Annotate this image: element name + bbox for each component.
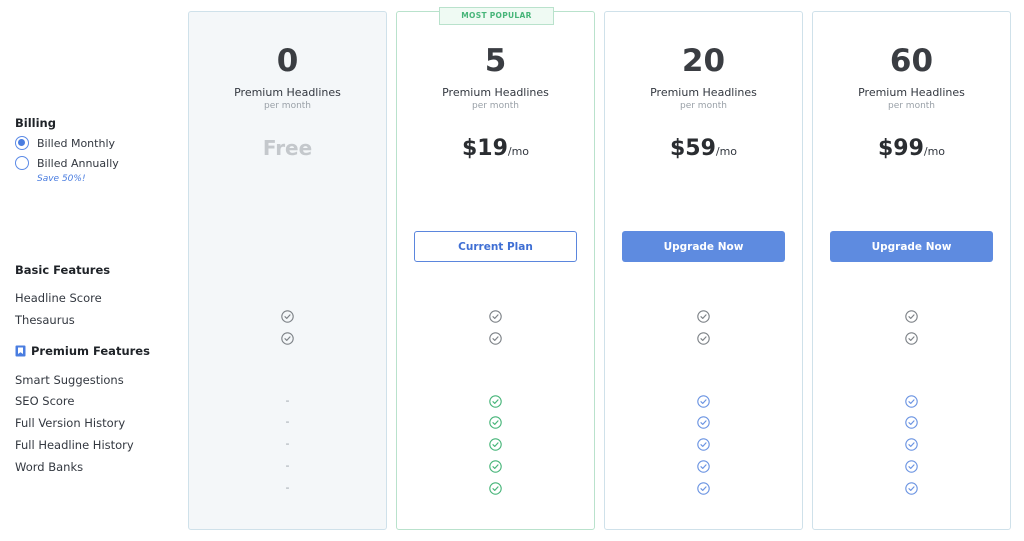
check-circle-icon xyxy=(605,309,802,323)
check-circle-icon xyxy=(813,309,1010,323)
billing-option-annually[interactable]: Billed Annually xyxy=(15,155,119,171)
plan-card-3: 60 Premium Headlines per month $99/mo Up… xyxy=(812,11,1011,530)
check-circle-icon xyxy=(813,415,1010,429)
plan-price-suffix: /mo xyxy=(507,145,530,158)
not-included-dash: - xyxy=(285,415,290,428)
feature-label-seo-score: SEO Score xyxy=(15,394,75,408)
check-circle-icon xyxy=(605,415,802,429)
basic-features-title: Basic Features xyxy=(15,263,111,277)
plan-count: 20 xyxy=(681,43,726,79)
check-circle-icon xyxy=(605,437,802,451)
feature-label-full-headline-history: Full Headline History xyxy=(15,438,134,452)
plan-unit-label: Premium Headlines xyxy=(858,86,965,99)
check-circle-icon xyxy=(605,481,802,495)
check-circle-icon xyxy=(813,394,1010,408)
feature-label-thesaurus: Thesaurus xyxy=(15,313,75,327)
premium-features-title: Premium Features xyxy=(15,344,150,358)
not-included-dash: - xyxy=(285,394,290,407)
plan-count: 0 xyxy=(276,43,299,79)
check-circle-icon xyxy=(397,309,594,323)
feature-label-smart-suggestions: Smart Suggestions xyxy=(15,373,124,387)
feature-label-full-version-history: Full Version History xyxy=(15,416,126,430)
premium-features-label: Premium Features xyxy=(31,344,150,358)
check-circle-icon xyxy=(397,331,594,345)
plan-price: Free xyxy=(189,136,386,160)
plan-price-amount: $19 xyxy=(461,136,508,161)
check-circle-icon xyxy=(397,437,594,451)
plan-unit-label: Premium Headlines xyxy=(442,86,549,99)
not-included-dash: - xyxy=(285,437,290,450)
billing-option-monthly[interactable]: Billed Monthly xyxy=(15,135,115,151)
plan-period: per month xyxy=(263,101,312,111)
radio-checked-icon[interactable] xyxy=(15,136,29,150)
check-circle-icon xyxy=(813,331,1010,345)
check-circle-icon xyxy=(813,437,1010,451)
save-note: Save 50%! xyxy=(37,174,86,184)
current-plan-button[interactable]: Current Plan xyxy=(414,231,577,262)
plan-unit-label: Premium Headlines xyxy=(234,86,341,99)
check-circle-icon xyxy=(397,394,594,408)
plan-period: per month xyxy=(471,101,520,111)
upgrade-now-button[interactable]: Upgrade Now xyxy=(622,231,785,262)
plan-count: 60 xyxy=(889,43,934,79)
plan-price-suffix: /mo xyxy=(715,145,738,158)
plan-price-amount: Free xyxy=(262,136,313,160)
bookmark-icon xyxy=(15,345,26,357)
billing-option-label: Billed Annually xyxy=(37,156,119,170)
check-circle-icon xyxy=(605,331,802,345)
check-circle-icon xyxy=(189,309,386,323)
radio-unchecked-icon[interactable] xyxy=(15,156,29,170)
check-circle-icon xyxy=(605,459,802,473)
upgrade-now-button[interactable]: Upgrade Now xyxy=(830,231,993,262)
plan-price-amount: $59 xyxy=(669,136,716,161)
plan-unit-label: Premium Headlines xyxy=(650,86,757,99)
not-included-dash: - xyxy=(285,459,290,472)
plan-period: per month xyxy=(887,101,936,111)
most-popular-badge: MOST POPULAR xyxy=(439,7,554,25)
feature-label-headline-score: Headline Score xyxy=(15,291,102,305)
check-circle-icon xyxy=(813,459,1010,473)
not-included-dash: - xyxy=(285,481,290,494)
plan-card-0: 0 Premium Headlines per month Free - - - - - xyxy=(188,11,387,530)
plan-price-amount: $99 xyxy=(877,136,924,161)
plan-card-2: 20 Premium Headlines per month $59/mo Up… xyxy=(604,11,803,530)
feature-label-word-banks: Word Banks xyxy=(15,460,84,474)
plan-card-1: MOST POPULAR 5 Premium Headlines per mon… xyxy=(396,7,595,530)
billing-option-label: Billed Monthly xyxy=(37,136,116,150)
plan-price: $59/mo xyxy=(605,136,802,161)
plan-period: per month xyxy=(679,101,728,111)
check-circle-icon xyxy=(189,331,386,345)
plan-price: $19/mo xyxy=(397,136,594,161)
plan-price: $99/mo xyxy=(813,136,1010,161)
plan-count: 5 xyxy=(484,43,507,79)
check-circle-icon xyxy=(813,481,1010,495)
check-circle-icon xyxy=(397,415,594,429)
billing-title: Billing xyxy=(15,116,56,130)
check-circle-icon xyxy=(605,394,802,408)
plan-price-suffix: /mo xyxy=(923,145,946,158)
check-circle-icon xyxy=(397,481,594,495)
check-circle-icon xyxy=(397,459,594,473)
